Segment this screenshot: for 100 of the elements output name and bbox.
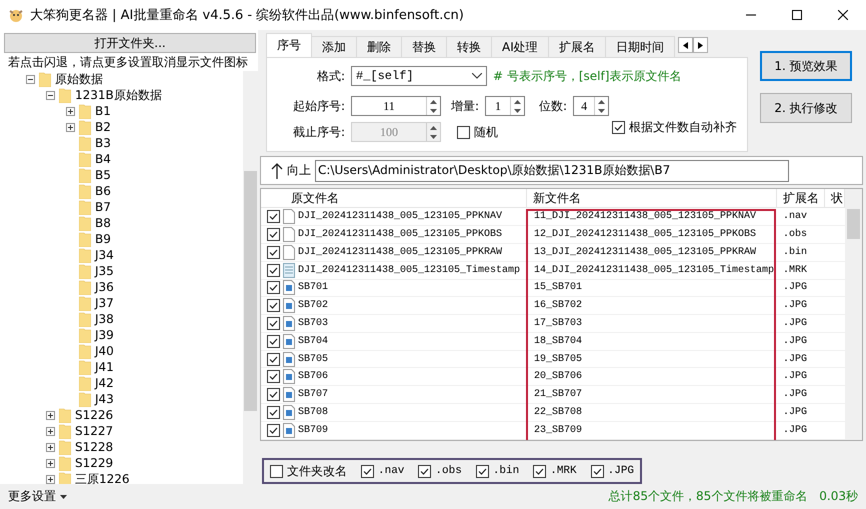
folder-icon <box>79 264 91 278</box>
expand-icon[interactable] <box>46 442 55 452</box>
table-cell: DJI_202412311438_005_123105_PPKRAW <box>298 246 502 258</box>
chevron-down-icon <box>472 73 482 79</box>
checkbox[interactable] <box>267 424 280 437</box>
hint-text: 若点击闪退，请点更多设置取消显示文件图标 <box>7 54 249 71</box>
tree-item[interactable]: J40 <box>95 344 114 358</box>
filter-label: .nav <box>378 465 404 478</box>
scrollbar[interactable] <box>243 71 258 484</box>
up-button[interactable]: 向上 <box>287 162 311 180</box>
tree-item[interactable]: B4 <box>95 152 111 166</box>
column-header[interactable]: 扩展名 <box>777 189 825 208</box>
checkbox[interactable] <box>267 370 280 384</box>
tree-item[interactable]: S1229 <box>75 456 114 470</box>
start-number-spinner[interactable]: 11 <box>351 96 441 116</box>
checkbox[interactable] <box>267 406 280 419</box>
checkbox[interactable] <box>267 299 280 312</box>
collapse-icon[interactable] <box>26 74 35 84</box>
tab[interactable]: 日期时间 <box>604 36 675 57</box>
tree-item[interactable]: 原始数据 <box>55 71 103 88</box>
action-button[interactable]: 2. 执行修改 <box>760 93 852 123</box>
checkbox[interactable] <box>270 464 283 478</box>
tree-item[interactable]: B6 <box>95 184 111 198</box>
tree-item[interactable]: S1227 <box>75 424 114 438</box>
format-dropdown[interactable]: #_[self] <box>351 66 487 86</box>
tree-item[interactable]: B7 <box>95 200 111 214</box>
checkbox[interactable] <box>533 464 546 478</box>
tree-item[interactable]: J39 <box>95 328 114 342</box>
column-header[interactable]: 原文件名 <box>261 189 527 208</box>
checkbox[interactable] <box>267 352 280 366</box>
checkbox[interactable] <box>267 281 280 294</box>
tree-item[interactable]: J34 <box>95 248 114 262</box>
tree-item[interactable]: J37 <box>95 296 114 310</box>
checkbox[interactable] <box>361 464 374 478</box>
table-cell: DJI_202412311438_005_123105_PPKOBS <box>298 229 502 240</box>
scroll-right-icon[interactable] <box>692 37 708 53</box>
tree-item[interactable]: J41 <box>95 360 114 374</box>
step-spinner[interactable]: 1 <box>485 96 526 116</box>
folder-icon <box>79 376 91 390</box>
table-cell-text: .JPG <box>782 389 808 400</box>
checkbox[interactable] <box>418 464 432 478</box>
filter-label: .JPG <box>608 465 634 478</box>
tree-item[interactable]: S1226 <box>75 408 114 422</box>
tree-item[interactable]: J35 <box>95 264 114 278</box>
checkbox[interactable] <box>476 464 489 478</box>
expand-icon[interactable] <box>46 410 55 420</box>
up-arrow-icon[interactable] <box>271 162 283 179</box>
expand-icon[interactable] <box>46 426 55 436</box>
checkbox[interactable] <box>612 120 625 134</box>
open-folder-button[interactable]: 打开文件夹... <box>4 33 256 53</box>
tree-item[interactable]: 三原1226 <box>75 470 130 484</box>
tree-item[interactable]: S1228 <box>75 440 114 454</box>
tree-item[interactable]: B3 <box>95 136 111 150</box>
folder-icon <box>79 232 91 246</box>
table-cell: SB704 <box>298 336 328 347</box>
tree-item[interactable]: B2 <box>95 120 111 134</box>
tree-item[interactable]: B9 <box>95 232 111 246</box>
tab[interactable]: 序号 <box>266 33 312 57</box>
checkbox[interactable] <box>457 126 470 138</box>
tree-item[interactable]: 1231B原始数据 <box>75 86 162 104</box>
checkbox[interactable] <box>267 388 280 402</box>
expand-icon[interactable] <box>66 122 75 132</box>
checkbox[interactable] <box>267 316 280 330</box>
table-cell-text: 13_DJI_202412311438_005_123105_PPKRAW <box>533 246 758 258</box>
folder-icon <box>79 200 91 214</box>
tree-item[interactable]: J38 <box>95 312 114 326</box>
tree-item[interactable]: B1 <box>95 104 111 118</box>
column-header[interactable]: 新文件名 <box>527 189 777 208</box>
digits-spinner[interactable]: 4 <box>573 96 610 116</box>
action-button[interactable]: 1. 预览效果 <box>760 51 852 81</box>
checkbox[interactable] <box>267 246 280 259</box>
more-settings-button[interactable]: 更多设置 <box>8 488 67 505</box>
scroll-left-icon[interactable] <box>678 37 693 53</box>
checkbox[interactable] <box>267 334 280 348</box>
table-cell-text: 19_SB705 <box>533 354 584 365</box>
folder-icon <box>79 312 91 326</box>
expand-icon[interactable] <box>46 474 55 484</box>
expand-icon[interactable] <box>46 458 55 468</box>
tree-item[interactable]: J42 <box>95 376 114 390</box>
collapse-icon[interactable] <box>46 90 55 100</box>
image-file-icon <box>283 387 295 402</box>
checkbox[interactable] <box>267 210 280 224</box>
table-cell-text: 21_SB707 <box>533 389 584 400</box>
tree-item[interactable]: J36 <box>95 280 114 294</box>
scrollbar[interactable] <box>845 189 862 440</box>
expand-icon[interactable] <box>66 106 75 116</box>
tree-item[interactable]: B5 <box>95 168 111 182</box>
path-field[interactable]: C:\Users\Administrator\Desktop\原始数据\1231B原始数据\B7 <box>315 160 789 182</box>
checkbox[interactable] <box>590 464 604 478</box>
image-file-icon <box>283 422 295 438</box>
checkbox[interactable] <box>267 264 280 277</box>
folder-icon <box>79 120 91 134</box>
folder-icon <box>79 360 91 374</box>
start-label: 起始序号: <box>292 98 345 114</box>
table-cell-text: .JPG <box>782 336 808 347</box>
tree-item[interactable]: J43 <box>95 392 114 406</box>
filter-label: 文件夹改名 <box>287 462 347 480</box>
tree-item[interactable]: B8 <box>95 216 111 230</box>
checkbox[interactable] <box>267 228 280 241</box>
table-cell-text: .JPG <box>782 318 808 329</box>
